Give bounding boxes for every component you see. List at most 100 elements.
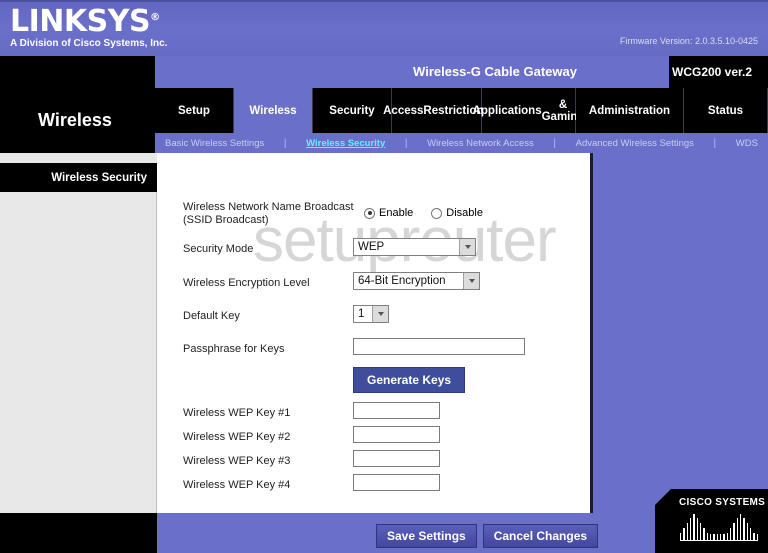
sidebar-section-label: Wireless Security: [0, 163, 157, 192]
cisco-bar: [696, 518, 698, 540]
tab-label: Access: [383, 104, 424, 117]
tab-label: Wireless: [249, 104, 297, 117]
default-key-value: 1: [358, 308, 365, 320]
default-key-label-row: Default Key: [183, 310, 240, 323]
wep-key-4-input[interactable]: [353, 474, 440, 491]
encryption-level-label: Wireless Encryption Level: [183, 277, 310, 289]
subnav-item-wireless-network-access[interactable]: Wireless Network Access: [423, 138, 538, 149]
cisco-bar: [709, 534, 712, 540]
subnav-item-advanced-wireless-settings[interactable]: Advanced Wireless Settings: [572, 138, 698, 149]
generate-keys-button[interactable]: Generate Keys: [353, 367, 466, 393]
cisco-bar: [746, 523, 748, 540]
model-band: Wireless-G Cable Gateway WCG200 ver.2: [0, 56, 768, 88]
security-mode-label-row: Security Mode: [183, 243, 253, 256]
wep-key-3-label: Wireless WEP Key #3: [183, 455, 291, 467]
cisco-bar: [756, 534, 758, 540]
tab-label: Security: [329, 104, 375, 117]
subnav-item-wds[interactable]: WDS: [732, 138, 762, 149]
cisco-bar: [686, 523, 688, 540]
cisco-bar: [753, 533, 755, 540]
encryption-level-label-row: Wireless Encryption Level: [183, 277, 310, 290]
chevron-down-icon[interactable]: [459, 239, 475, 255]
tab-access[interactable]: Access Restrictions: [383, 88, 490, 133]
tab-label: Status: [707, 104, 744, 117]
tab-setup[interactable]: Setup: [155, 88, 234, 133]
wep-key-2-label-row: Wireless WEP Key #2: [183, 431, 290, 444]
footer-left-black: [0, 513, 157, 553]
cisco-bar: [726, 533, 728, 540]
main-nav-tabs: Setup Wireless Security Access Restrictions A…: [155, 88, 768, 133]
subnav-item-basic-wireless-settings[interactable]: Basic Wireless Settings: [161, 138, 268, 149]
cisco-bar: [716, 534, 718, 540]
chevron-down-icon[interactable]: [463, 273, 479, 289]
linksys-logo-wordmark: LINKSYS®: [10, 3, 192, 37]
encryption-level-select[interactable]: 64-Bit Encryption: [353, 272, 480, 290]
tab-administration[interactable]: Administration: [576, 88, 684, 133]
sub-nav: Basic Wireless Settings | Wireless Securit…: [155, 133, 768, 153]
ssid-broadcast-label: Wireless Network Name Broadcast (SSID Br…: [183, 201, 373, 227]
passphrase-label: Passphrase for Keys: [183, 343, 285, 355]
default-key-label: Default Key: [183, 310, 240, 322]
cisco-bar: [749, 528, 752, 540]
encryption-level-value: 64-Bit Encryption: [358, 275, 446, 287]
ssid-broadcast-enable-label: Enable: [379, 207, 414, 219]
wep-key-4-label: Wireless WEP Key #4: [183, 479, 291, 491]
tab-label: Administration: [588, 104, 671, 117]
radio-enable-icon[interactable]: [364, 207, 375, 219]
cisco-bar: [723, 534, 725, 540]
sidebar-help-panel: [0, 192, 157, 513]
ssid-broadcast-disable-label: Disable: [446, 207, 483, 219]
cisco-bar: [739, 514, 742, 540]
cisco-bar: [693, 514, 695, 540]
cisco-bar: [699, 523, 702, 540]
wep-key-2-label: Wireless WEP Key #2: [183, 431, 291, 443]
default-key-select[interactable]: 1: [353, 305, 389, 323]
sidebar-gap: [0, 153, 157, 163]
ssid-broadcast-label-line2: (SSID Broadcast): [183, 214, 269, 226]
cisco-bar: [689, 518, 692, 540]
cisco-bar: [703, 528, 705, 540]
ssid-broadcast-enable-option[interactable]: Enable: [364, 207, 413, 219]
right-accent-panel: [590, 153, 768, 513]
cisco-logo-text: CISCO SYSTEMS: [679, 497, 766, 508]
passphrase-label-row: Passphrase for Keys: [183, 343, 285, 356]
wep-key-3-input[interactable]: [353, 450, 440, 467]
cancel-changes-button[interactable]: Cancel Changes: [482, 524, 599, 548]
radio-disable-icon[interactable]: [431, 207, 443, 219]
cisco-bar: [719, 534, 722, 540]
cisco-bar: [680, 533, 682, 540]
wep-key-2-input[interactable]: [353, 426, 440, 443]
firmware-version: Firmware Version: 2.0.3.5.10-0425: [619, 36, 758, 46]
wep-key-1-input[interactable]: [353, 402, 440, 419]
security-mode-label: Security Mode: [183, 243, 254, 255]
tab-wireless[interactable]: Wireless: [234, 88, 313, 133]
cisco-bar: [683, 528, 685, 540]
cisco-bar: [733, 523, 735, 540]
subnav-separator: |: [404, 137, 408, 149]
page-title: Wireless: [0, 88, 155, 153]
subnav-separator: |: [713, 137, 717, 149]
tab-security[interactable]: Security: [313, 88, 392, 133]
wep-key-1-label: Wireless WEP Key #1: [183, 407, 291, 419]
subnav-separator: |: [553, 137, 556, 149]
save-settings-button[interactable]: Save Settings: [376, 524, 477, 548]
registered-trademark-icon: ®: [150, 12, 160, 23]
model-number: WCG200 ver.2: [672, 65, 753, 79]
cisco-logo-corner: [655, 489, 671, 505]
tab-label: Applications: [472, 104, 542, 117]
router-admin-page: LINKSYS® A Division of Cisco Systems, In…: [0, 0, 768, 553]
linksys-logo-text: LINKSYS: [10, 4, 151, 39]
cisco-bar: [706, 533, 708, 540]
subnav-item-wireless-security[interactable]: Wireless Security: [302, 138, 389, 149]
cisco-systems-logo: CISCO SYSTEMS: [655, 489, 768, 553]
passphrase-input[interactable]: [353, 338, 525, 355]
ssid-broadcast-disable-option[interactable]: Disable: [431, 207, 483, 219]
wireless-security-form: Wireless Network Name Broadcast (SSID Br…: [157, 153, 590, 513]
chevron-down-icon[interactable]: [372, 306, 388, 322]
cisco-bar: [736, 518, 738, 540]
cisco-bar: [743, 518, 745, 540]
tab-status[interactable]: Status: [684, 88, 768, 133]
tab-applications[interactable]: Applications & Gaming: [473, 88, 584, 133]
security-mode-select[interactable]: WEP: [353, 238, 476, 256]
linksys-logo: LINKSYS® A Division of Cisco Systems, In…: [10, 3, 192, 50]
